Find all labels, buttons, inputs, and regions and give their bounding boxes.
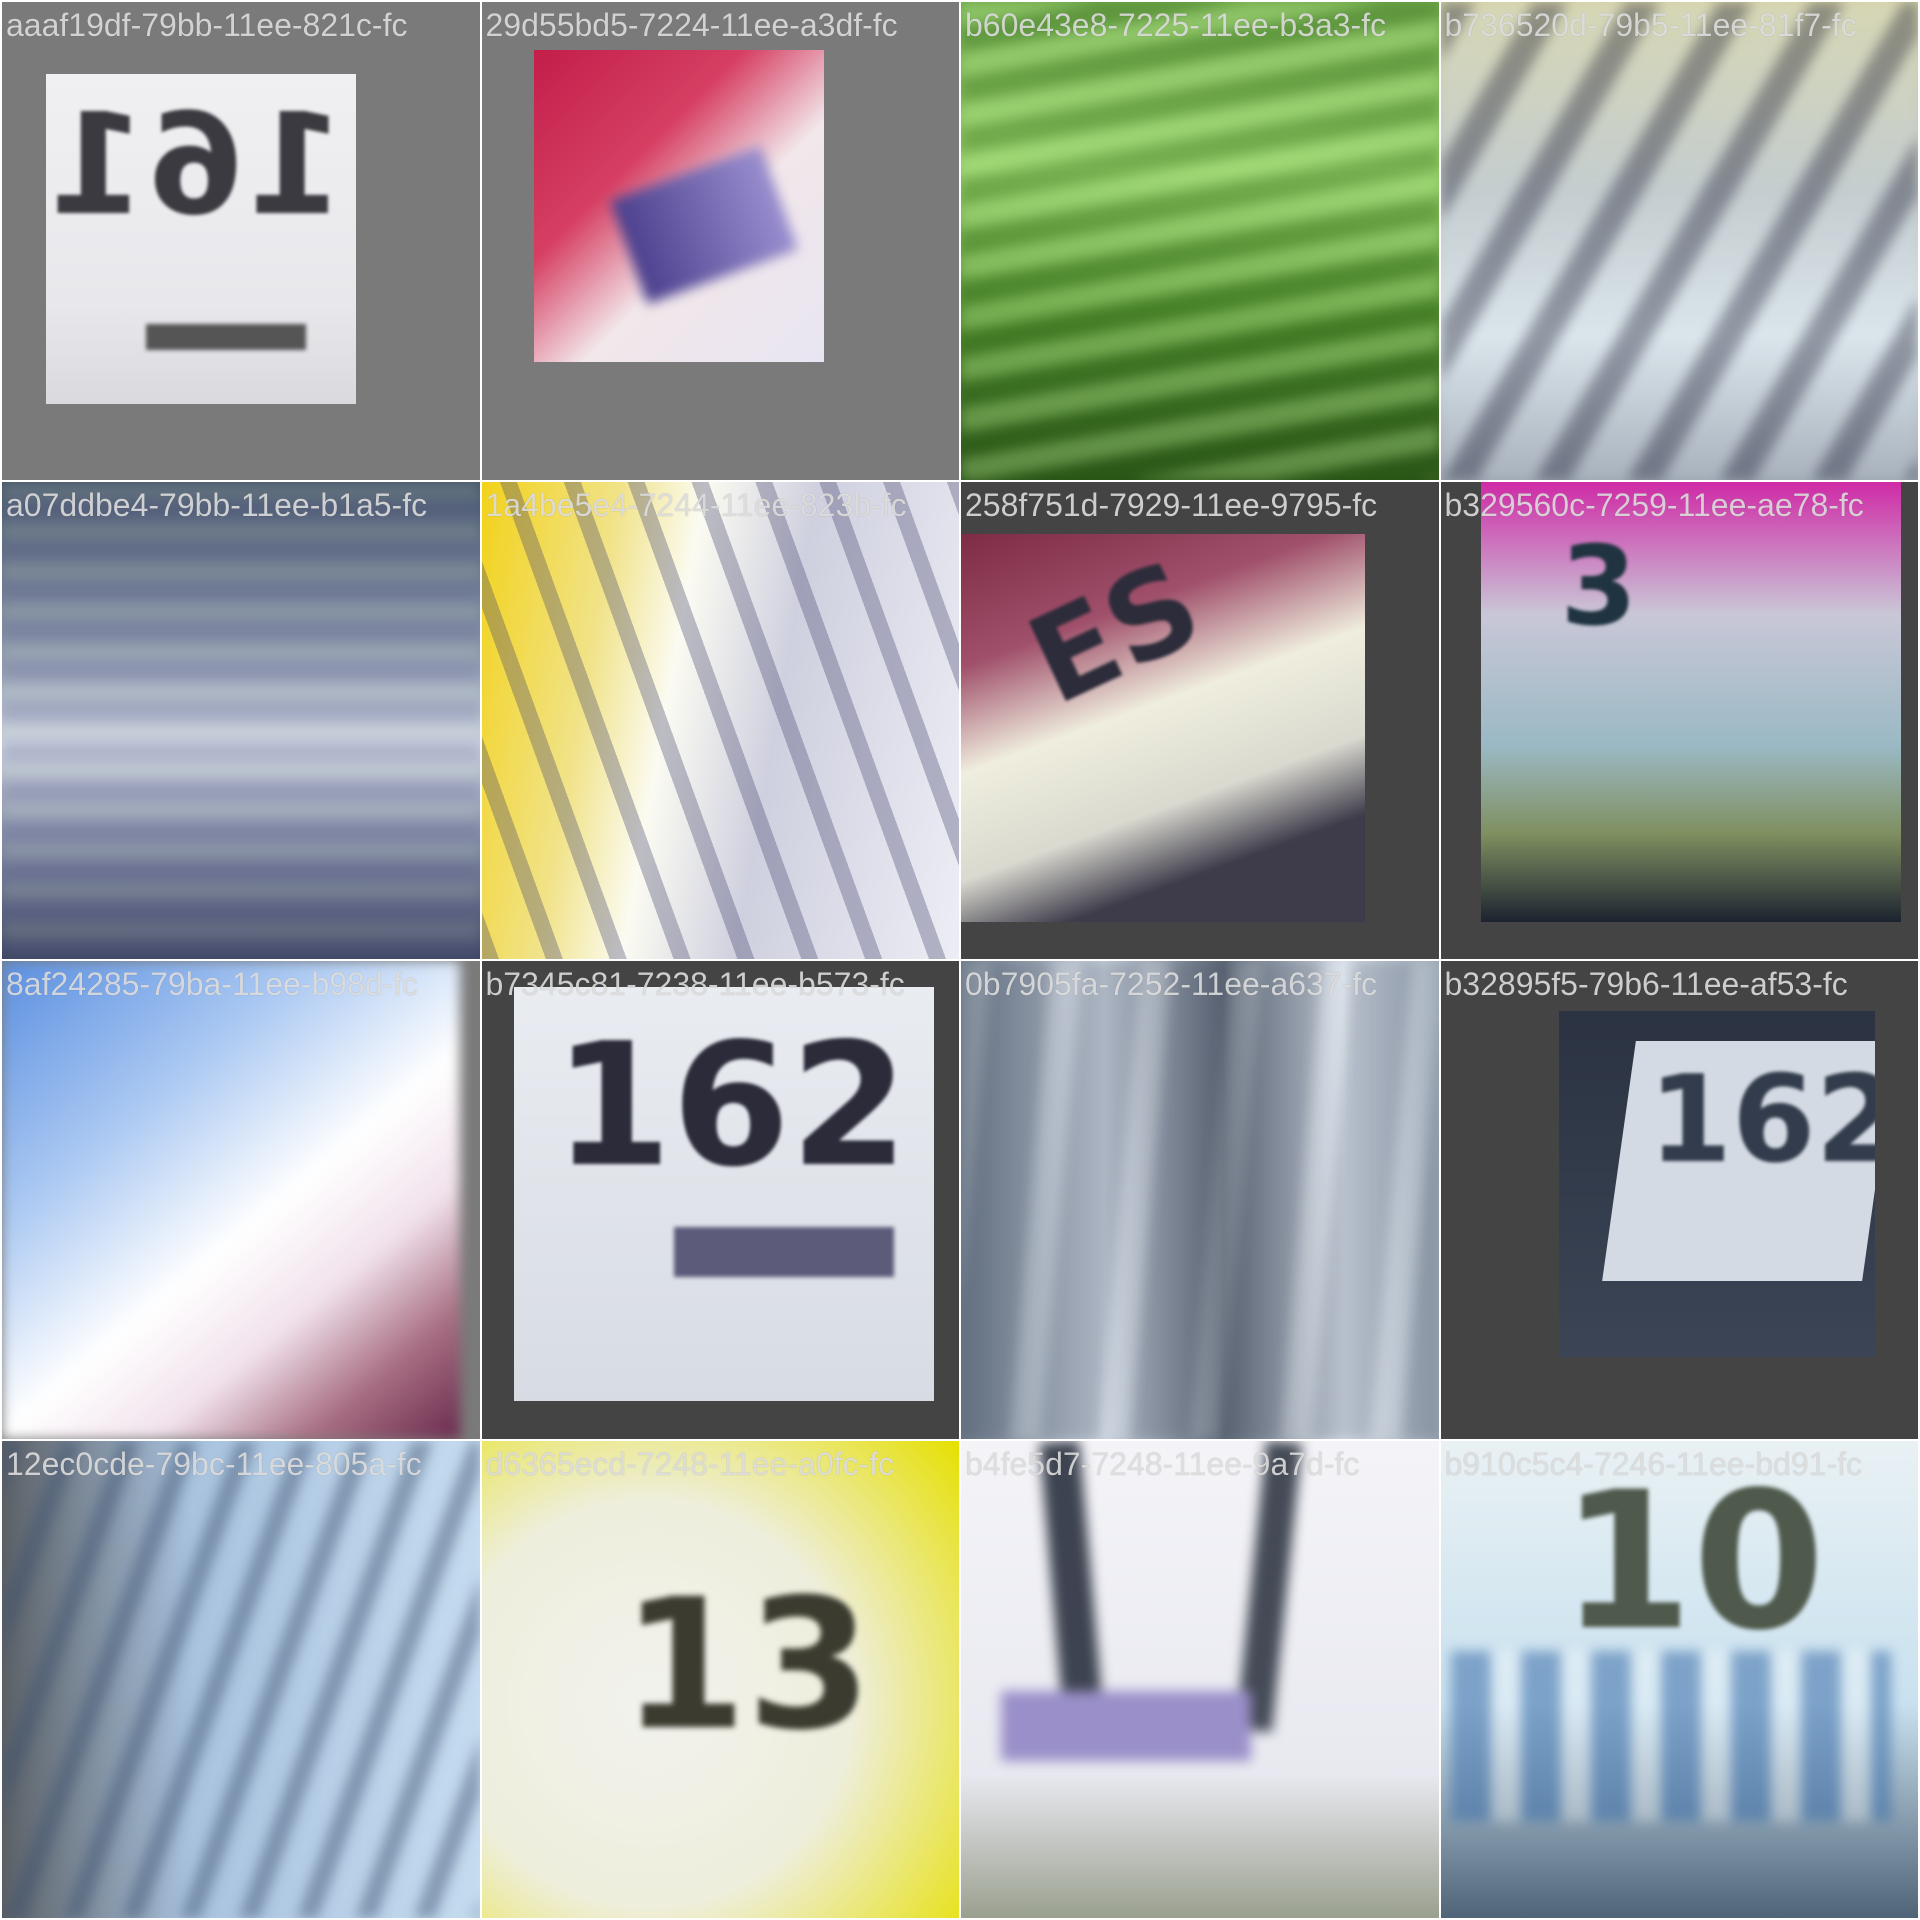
image-tile: 162 b32895f5-79b6-11ee-af53-fc — [1440, 961, 1918, 1439]
tile-filename-label: 1a4be5e4-7244-11ee-823b-fc — [485, 486, 907, 523]
tile-filename-label: b329560c-7259-11ee-ae78-fc — [1444, 486, 1864, 523]
house-number-photo: 161 — [46, 74, 356, 404]
house-number-digits: 3 — [1560, 521, 1638, 650]
house-number-photo — [961, 1440, 1439, 1919]
house-number-photo — [2, 961, 460, 1439]
image-tile: 162 b7345c81-7238-11ee-b573-fc — [481, 961, 959, 1439]
tile-filename-label: 258f751d-7929-11ee-9795-fc — [965, 486, 1378, 523]
house-number-photo — [2, 481, 480, 959]
tile-filename-label: a07ddbe4-79bb-11ee-b1a5-fc — [6, 486, 428, 523]
image-tile: 0b7905fa-7252-11ee-a637-fc — [961, 961, 1439, 1439]
tile-filename-label: 29d55bd5-7224-11ee-a3df-fc — [485, 7, 898, 43]
image-tile: a07ddbe4-79bb-11ee-b1a5-fc — [2, 481, 480, 959]
image-tile: 12ec0cde-79bc-11ee-805a-fc — [2, 1440, 480, 1918]
house-number-photo — [961, 961, 1439, 1439]
house-number-photo: 13 — [482, 1441, 960, 1919]
tile-filename-label: b7345c81-7238-11ee-b573-fc — [485, 966, 905, 1002]
image-tile: b4fe5d7-7248-11ee-9a7d-fc — [961, 1440, 1439, 1919]
image-tile: ES 258f751d-7929-11ee-9795-fc — [961, 481, 1439, 959]
tile-filename-label: b32895f5-79b6-11ee-af53-fc — [1444, 966, 1848, 1002]
image-tile: 1a4be5e4-7244-11ee-823b-fc — [481, 481, 959, 959]
tile-filename-label: aaaf19df-79bb-11ee-821c-fc — [6, 7, 408, 43]
house-number-photo — [2, 1440, 480, 1918]
house-number-photo: 162 — [1558, 1011, 1875, 1357]
house-number-photo: 162 — [513, 987, 934, 1401]
image-tile: 3 b329560c-7259-11ee-ae78-fc — [1440, 481, 1918, 959]
house-number-photo: ES — [961, 533, 1365, 922]
tile-filename-label: b910c5c4-7246-11ee-bd91-fc — [1444, 1445, 1862, 1482]
tile-filename-label: b60e43e8-7225-11ee-b3a3-fc — [965, 7, 1387, 43]
house-number-photo — [961, 2, 1439, 480]
house-number-digits: 162 — [553, 1007, 909, 1205]
tile-filename-label: b736520d-79b5-11ee-81f7-fc — [1444, 7, 1857, 43]
tile-filename-label: 8af24285-79ba-11ee-b98d-fc — [6, 966, 419, 1002]
tile-filename-label: 12ec0cde-79bc-11ee-805a-fc — [6, 1445, 422, 1482]
tile-filename-label: 0b7905fa-7252-11ee-a637-fc — [965, 966, 1378, 1002]
house-number-photo — [481, 481, 959, 959]
image-tile: b736520d-79b5-11ee-81f7-fc — [1440, 2, 1918, 480]
tile-filename-label: d6365ecd-7248-11ee-a0fc-fc — [485, 1445, 895, 1482]
image-grid: 161 aaaf19df-79bb-11ee-821c-fc 29d55bd5-… — [0, 0, 1920, 1920]
house-number-digits: ES — [1009, 534, 1221, 732]
image-tile: 8af24285-79ba-11ee-b98d-fc — [2, 961, 480, 1439]
house-number-photo: 3 — [1480, 481, 1901, 922]
house-number-digits: 13 — [621, 1560, 873, 1770]
house-number-photo: 10 — [1441, 1441, 1919, 1919]
image-tile: 13 d6365ecd-7248-11ee-a0fc-fc — [481, 1440, 960, 1919]
image-tile: 10 b910c5c4-7246-11ee-bd91-fc — [1440, 1440, 1919, 1919]
image-tile: 29d55bd5-7224-11ee-a3df-fc — [481, 2, 959, 480]
image-tile: b60e43e8-7225-11ee-b3a3-fc — [961, 2, 1439, 480]
house-number-photo — [533, 50, 824, 362]
image-tile: 161 aaaf19df-79bb-11ee-821c-fc — [2, 2, 480, 480]
tile-filename-label: b4fe5d7-7248-11ee-9a7d-fc — [965, 1445, 1360, 1482]
house-number-digits: 162 — [1648, 1051, 1875, 1190]
house-number-photo — [1440, 2, 1918, 480]
house-number-digits: 161 — [46, 84, 345, 247]
house-number-digits: 10 — [1560, 1450, 1825, 1672]
